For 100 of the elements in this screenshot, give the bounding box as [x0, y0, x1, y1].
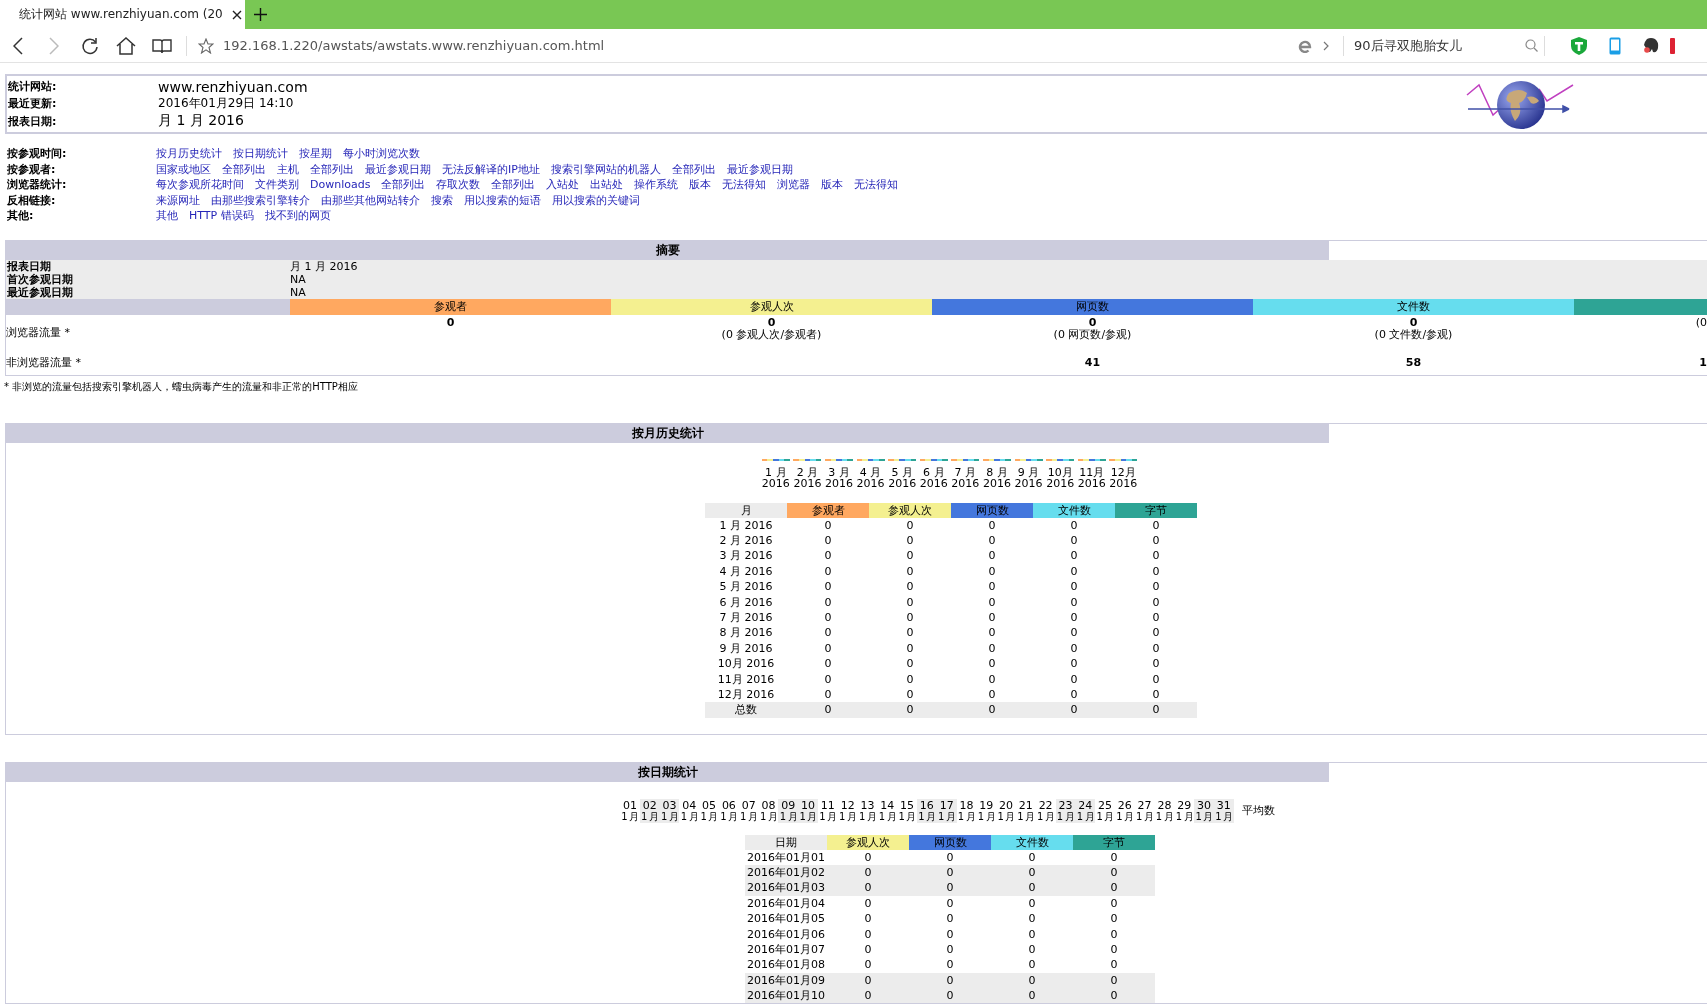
- table-cell-text: 0: [1151, 656, 1161, 672]
- table-cell-text: 0: [905, 533, 915, 549]
- column-header: 字节: [1073, 834, 1155, 850]
- nav-link[interactable]: 国家或地区: [156, 161, 211, 177]
- year-label: 2016: [1014, 478, 1043, 490]
- nav-label: 按参观时间:: [6, 146, 68, 162]
- info-value: 月 1 月 2016: [290, 259, 359, 273]
- year-label: 2016: [919, 478, 948, 490]
- nav-link[interactable]: 全部列出: [381, 177, 426, 193]
- table-cell-text: 0: [945, 911, 955, 927]
- table-cell-text: 0: [1069, 656, 1079, 672]
- table-cell-text: 0: [1069, 548, 1079, 564]
- nav-link[interactable]: 文件类别: [255, 177, 299, 193]
- table-cell: 0: [1073, 849, 1155, 865]
- nav-link[interactable]: 版本: [821, 177, 844, 193]
- nav-link[interactable]: 存取次数: [436, 177, 481, 193]
- nav-link[interactable]: 最近参观日期: [365, 161, 431, 177]
- chevron-right-icon: [1323, 40, 1329, 51]
- table-cell-text: 0: [823, 563, 833, 580]
- month-label: 12月: [1110, 466, 1136, 478]
- nav-link[interactable]: 搜索: [431, 192, 453, 208]
- date-cell: 2016年01月04: [745, 895, 827, 912]
- day-label: 21 1 月: [1016, 798, 1036, 823]
- day-label: 18 1 月: [956, 798, 976, 823]
- month-label: 5 月: [891, 466, 913, 478]
- table-cell: 0: [827, 957, 909, 973]
- nav-link[interactable]: 其他: [156, 208, 178, 224]
- date-cell-text: 2016年01月06: [746, 926, 826, 942]
- date-cell: 2016年01月10: [745, 988, 827, 1004]
- table-cell: 0: [951, 702, 1033, 718]
- nav-link[interactable]: 按月历史统计: [156, 146, 222, 162]
- nav-link[interactable]: 全部列出: [222, 161, 266, 177]
- table-cell-text: 0: [823, 548, 833, 564]
- table-cell-text: 0: [905, 625, 915, 641]
- table-cell-text: 0: [1109, 942, 1119, 958]
- nav-link[interactable]: 每小时浏览次数: [343, 146, 420, 162]
- table-cell: 0: [1033, 702, 1115, 718]
- column-header: 参观人次: [869, 502, 951, 518]
- table-cell: 0: [1033, 517, 1115, 533]
- nav-link[interactable]: 出站处: [590, 177, 624, 193]
- table-cell-text: 0: [1069, 610, 1079, 626]
- nav-link[interactable]: 每次参观所花时间: [156, 177, 244, 193]
- table-cell: 0: [827, 849, 909, 865]
- nav-link[interactable]: 无法得知: [854, 177, 899, 193]
- day-label: 03 1 月: [659, 798, 680, 823]
- nav-link[interactable]: 用以搜索的关键词: [552, 192, 640, 208]
- nav-link[interactable]: 按星期: [299, 146, 332, 162]
- nav-link[interactable]: 无法反解译的IP地址: [442, 161, 540, 177]
- nav-link[interactable]: 由那些其他网站转介: [321, 192, 420, 208]
- tab-title: 统计网站 www.renzhiyuan.com (20: [19, 6, 223, 23]
- table-cell: 0: [827, 988, 909, 1004]
- nav-link[interactable]: 无法得知: [722, 177, 767, 193]
- day-label: 08 1 月: [758, 798, 779, 823]
- month-label: 3 月: [828, 466, 850, 478]
- month-cell-text: 9 月 2016: [718, 640, 774, 656]
- table-cell-text: 0: [863, 926, 873, 942]
- browser-tab[interactable]: 统计网站 www.renzhiyuan.com (20: [0, 0, 245, 29]
- nav-link[interactable]: 入站处: [546, 177, 580, 193]
- table-cell: 0: [787, 702, 869, 718]
- day-label: 01 1 月: [620, 798, 640, 823]
- row-label: 非浏览器流量 *: [6, 355, 82, 371]
- table-cell-text: 0: [823, 610, 833, 626]
- nav-link[interactable]: 最近参观日期: [726, 161, 793, 177]
- table-cell-text: 0: [987, 548, 997, 564]
- nav-label: 其他:: [6, 208, 35, 224]
- nav-link[interactable]: 全部列出: [310, 161, 354, 177]
- address-field[interactable]: 192.168.1.220/awstats/awstats.www.renzhiyuan.com.html: [223, 38, 1293, 53]
- nav-link[interactable]: 来源网址: [156, 192, 200, 208]
- table-cell-text: 0: [863, 942, 873, 958]
- nav-link[interactable]: 操作系统: [634, 177, 679, 193]
- day-label: 20 1 月: [996, 798, 1016, 823]
- table-cell-text: 0: [1151, 548, 1161, 564]
- nav-link[interactable]: Downloads: [310, 177, 371, 193]
- nav-link[interactable]: 由那些搜索引擎转介: [211, 192, 310, 208]
- nav-link[interactable]: 浏览器: [777, 177, 811, 193]
- table-cell: 0: [909, 988, 991, 1004]
- nav-link[interactable]: 全部列出: [671, 161, 716, 177]
- stat-value: 0: [766, 316, 777, 329]
- table-cell: 0: [991, 988, 1073, 1004]
- nav-link[interactable]: HTTP 错误码: [189, 208, 254, 224]
- nav-link[interactable]: 版本: [689, 177, 712, 193]
- table-cell: 0: [991, 895, 1073, 912]
- section-title: 按月历史统计: [6, 423, 1329, 443]
- table-cell: 0: [1073, 864, 1155, 881]
- nav-link[interactable]: 按日期统计: [233, 146, 288, 162]
- table-cell-text: 0: [987, 656, 997, 672]
- table-cell-text: 0: [1027, 942, 1037, 958]
- table-cell-text: 0: [823, 656, 833, 672]
- nav-link[interactable]: 找不到的网页: [264, 208, 331, 224]
- nav-link[interactable]: 搜索引擎网站的机器人: [550, 161, 661, 177]
- nav-link[interactable]: 全部列出: [491, 177, 536, 193]
- search-field[interactable]: 90后寻双胞胎女儿: [1354, 36, 1524, 55]
- month-cell-text: 4 月 2016: [718, 563, 774, 580]
- table-cell-text: 0: [1109, 911, 1119, 927]
- date-cell: 2016年01月02: [745, 864, 827, 881]
- nav-link[interactable]: 用以搜索的短语: [464, 192, 541, 208]
- nav-link[interactable]: 主机: [277, 161, 299, 177]
- table-cell-text: 0: [1151, 563, 1161, 580]
- plus-icon: [254, 8, 267, 21]
- section-title: 按日期统计: [6, 762, 1329, 782]
